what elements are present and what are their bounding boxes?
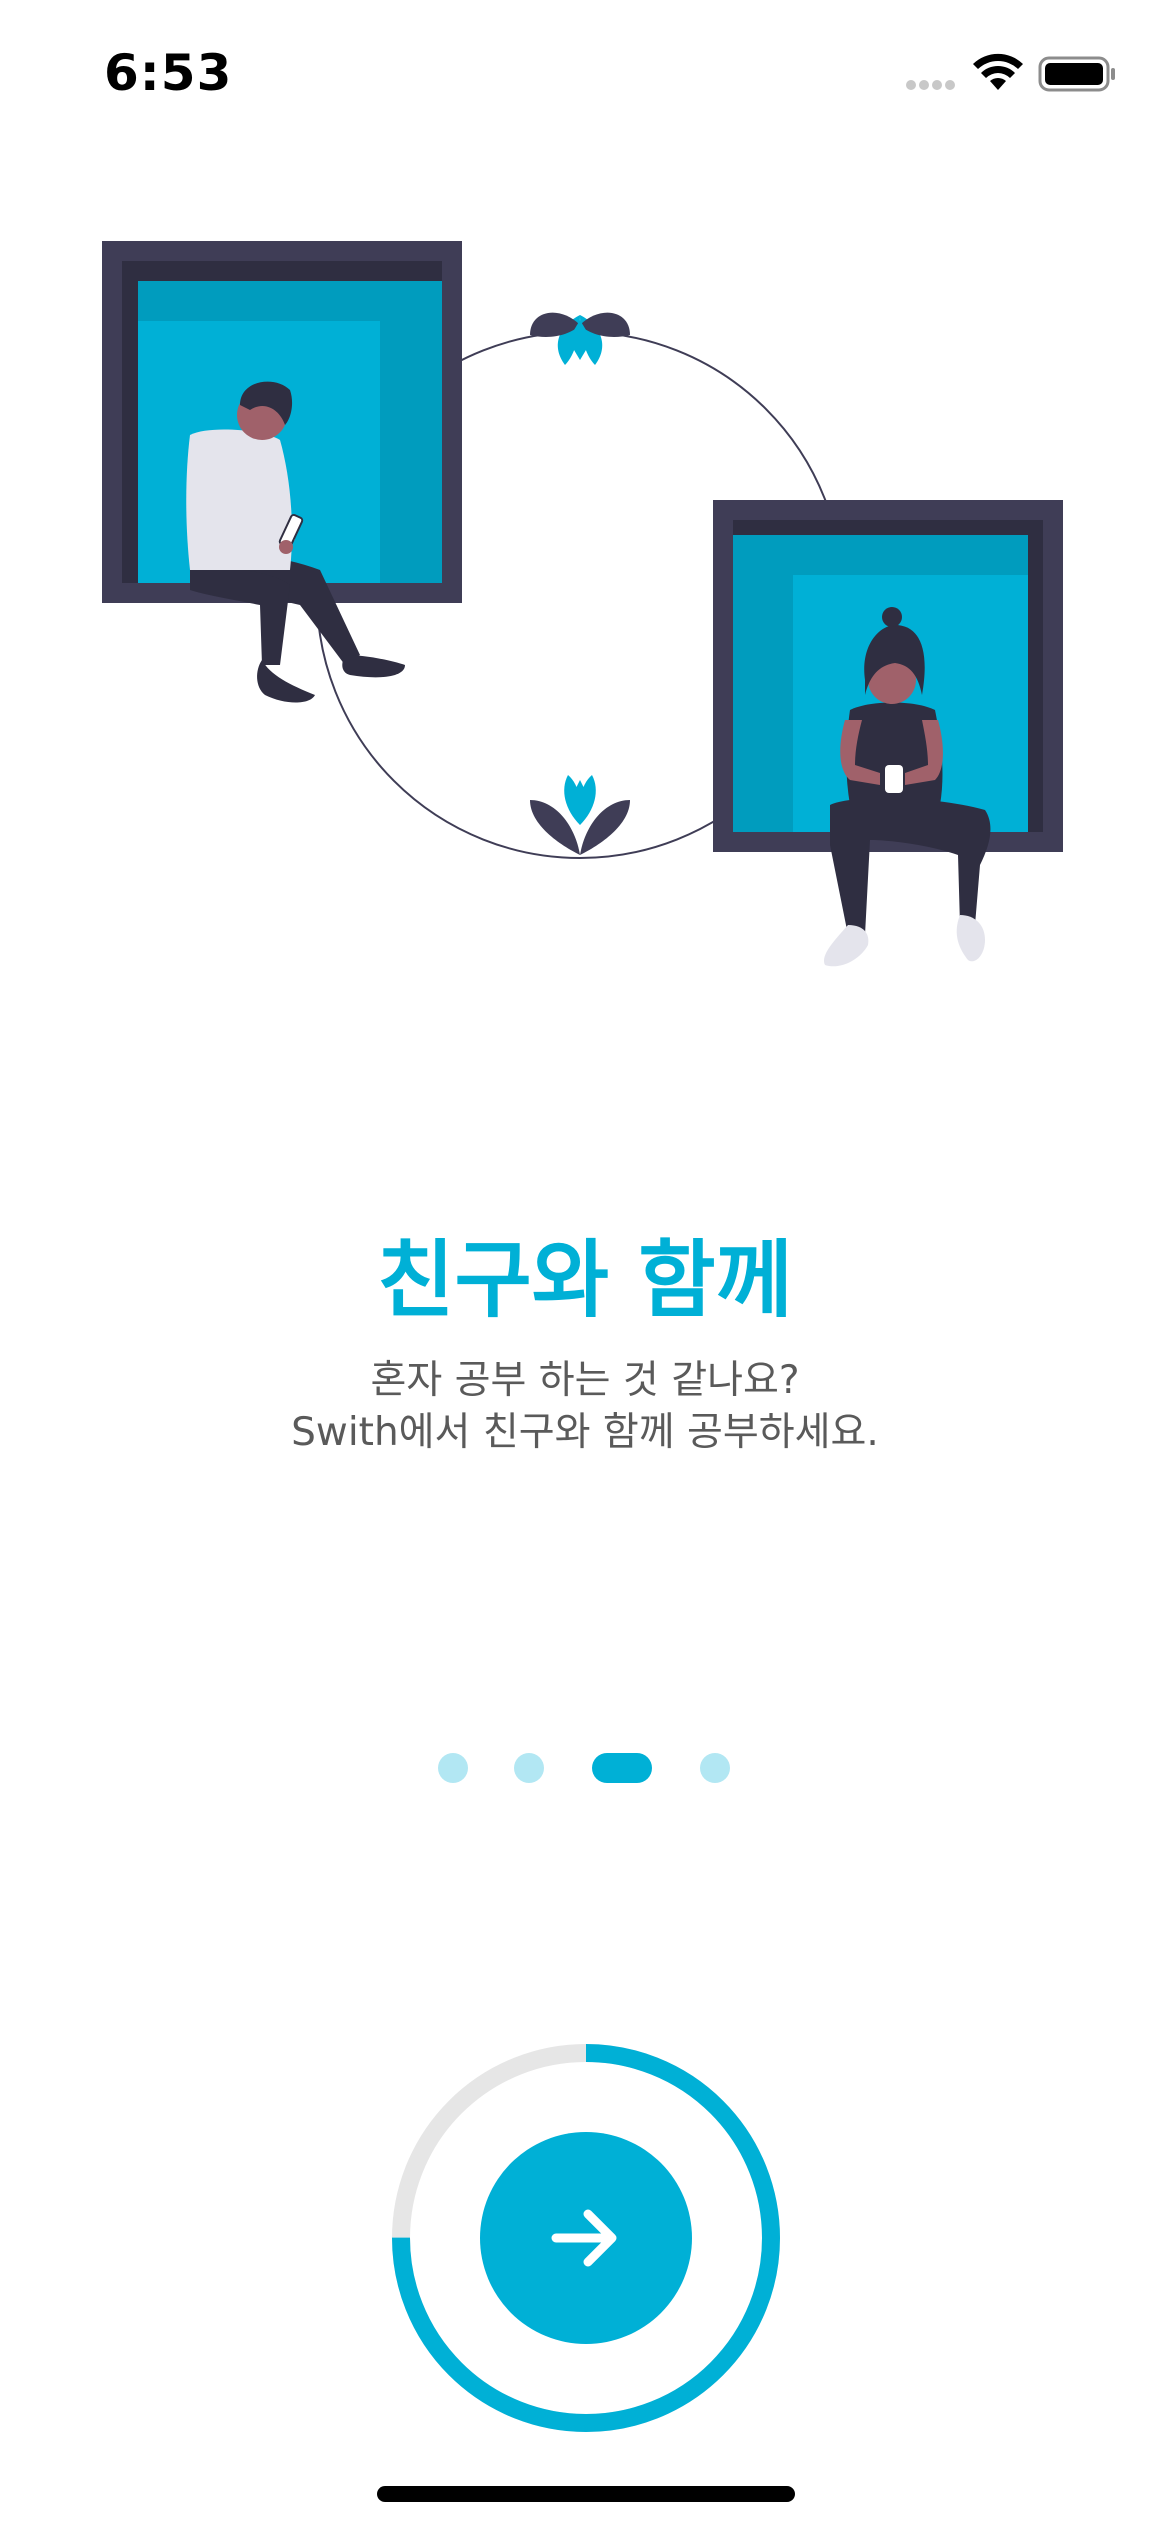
page-dot-2[interactable] xyxy=(514,1753,544,1783)
home-indicator[interactable] xyxy=(377,2486,795,2502)
cellular-signal-icon xyxy=(906,80,955,90)
status-bar: 6:53 xyxy=(0,0,1170,150)
onboarding-title: 친구와 함께 xyxy=(377,1231,793,1329)
onboarding-description: 혼자 공부 하는 것 같나요? Swith에서 친구와 함께 공부하세요. xyxy=(0,1355,1170,1459)
page-dot-1[interactable] xyxy=(438,1753,468,1783)
next-button[interactable] xyxy=(480,2132,692,2344)
status-time: 6:53 xyxy=(104,44,233,102)
next-button-container xyxy=(391,2043,781,2433)
bottom-flower-icon xyxy=(530,775,630,855)
page-dot-4[interactable] xyxy=(700,1753,730,1783)
wifi-icon xyxy=(973,53,1023,90)
battery-icon xyxy=(1038,56,1115,92)
arrow-right-icon xyxy=(551,2209,617,2267)
description-line-2: Swith에서 친구와 함께 공부하세요. xyxy=(291,1410,879,1455)
page-dot-3-active[interactable] xyxy=(592,1753,652,1783)
description-line-1: 혼자 공부 하는 것 같나요? xyxy=(370,1358,800,1403)
top-flower-icon xyxy=(530,312,630,365)
friends-studying-together-illustration xyxy=(102,241,1063,967)
page-indicator[interactable] xyxy=(0,1753,1170,1783)
